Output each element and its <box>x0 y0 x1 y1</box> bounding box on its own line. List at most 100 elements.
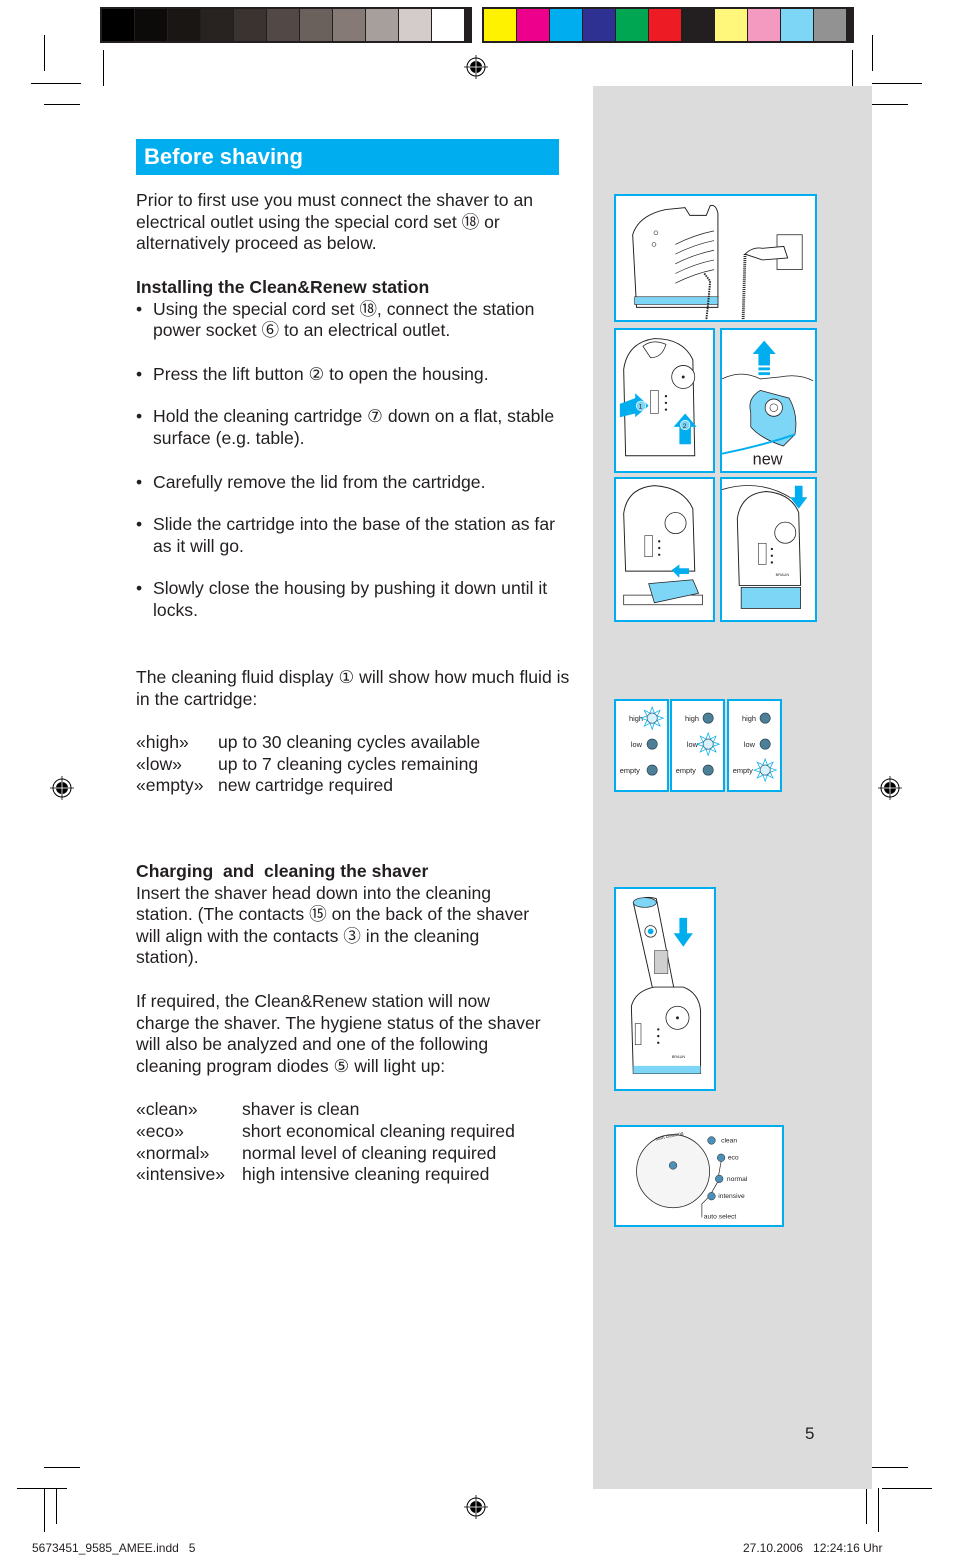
led-off-icon <box>702 764 714 776</box>
led-off-icon <box>759 738 771 750</box>
fluid-level-desc: up to 30 cleaning cycles available <box>218 732 481 753</box>
fluid-level-label: empty <box>620 766 640 775</box>
fluid-display-panel: high low empty <box>670 699 725 792</box>
color-swatch <box>300 9 332 41</box>
diode-label: eco <box>728 1155 739 1162</box>
new-cartridge-label: new <box>753 450 783 468</box>
led-lit-icon <box>646 712 658 724</box>
fluid-level-label: high <box>742 714 756 723</box>
color-swatch <box>135 9 167 41</box>
color-swatch <box>399 9 431 41</box>
fluid-level-desc: up to 7 cleaning cycles remaining <box>218 753 479 774</box>
crop-mark <box>17 1488 67 1489</box>
close-housing-illustration: BRAUN <box>722 485 808 609</box>
install-step: Hold the cleaning cartridge ⑦ down on a … <box>136 406 576 449</box>
diode-label: clean <box>721 1137 737 1144</box>
install-step: Using the special cord set ⑱, connect th… <box>136 299 576 342</box>
figure-shaver-in-station: BRAUN <box>614 887 716 1091</box>
color-swatch <box>814 9 846 41</box>
color-swatch <box>748 9 780 41</box>
color-swatch <box>484 9 516 41</box>
program-term: «normal» <box>136 1142 210 1163</box>
install-step: Press the lift button ② to open the hous… <box>136 364 576 386</box>
figure-station-power <box>614 194 817 322</box>
program-term: «eco» <box>136 1120 184 1141</box>
crop-mark <box>866 1488 867 1524</box>
registration-mark-icon <box>464 1495 488 1519</box>
charging-section: Charging and cleaning the shaver Insert … <box>136 861 576 1186</box>
diode-icon <box>715 1174 724 1183</box>
figure-close-housing: BRAUN <box>720 477 817 622</box>
color-swatch <box>102 9 134 41</box>
led-lit-icon <box>702 738 714 750</box>
fluid-level-term: «high» <box>136 732 189 753</box>
program-desc: short economical cleaning required <box>242 1120 515 1141</box>
color-swatch <box>517 9 549 41</box>
crop-mark <box>44 104 80 105</box>
program-desc: high intensive cleaning required <box>242 1164 490 1185</box>
auto-select-label: auto select <box>704 1213 737 1220</box>
figure-insert-cartridge <box>614 477 715 622</box>
figure-program-panel: start cleaning clean eco normal intensiv… <box>614 1125 784 1227</box>
crop-mark <box>872 83 922 84</box>
diode-label: normal <box>727 1176 748 1183</box>
fluid-level-term: «empty» <box>136 775 204 796</box>
color-swatch <box>583 9 615 41</box>
insert-cartridge-illustration <box>623 485 703 606</box>
fluid-level-term: «low» <box>136 753 182 774</box>
color-bar-process <box>482 7 854 43</box>
footer-timestamp: 27.10.2006 12:24:16 Uhr <box>743 1541 883 1555</box>
led-off-icon <box>759 712 771 724</box>
color-swatch <box>781 9 813 41</box>
section-title: Before shaving <box>136 139 559 175</box>
color-bar-grayscale <box>100 7 472 43</box>
fluid-level-label: empty <box>733 766 753 775</box>
color-swatch <box>682 9 714 41</box>
crop-mark <box>31 83 81 84</box>
step-label: 1 <box>639 404 643 411</box>
program-panel-illustration: start cleaning clean eco normal intensiv… <box>636 1131 748 1220</box>
diode-icon <box>707 1136 716 1145</box>
registration-mark-icon <box>50 776 74 800</box>
figure-remove-lid: new <box>720 328 817 473</box>
crop-mark <box>882 1488 932 1489</box>
program-desc: shaver is clean <box>242 1099 360 1120</box>
intro-paragraph: Prior to first use you must connect the … <box>136 190 534 254</box>
charging-paragraph-2: If required, the Clean&Renew station wil… <box>136 990 541 1076</box>
led-lit-icon <box>759 764 771 776</box>
page-number: 5 <box>805 1424 815 1443</box>
color-swatch <box>366 9 398 41</box>
led-off-icon <box>646 764 658 776</box>
fluid-display-panel: high low empty <box>727 699 782 792</box>
install-step: Slowly close the housing by pushing it d… <box>136 578 576 621</box>
registration-mark-icon <box>878 776 902 800</box>
program-desc: normal level of cleaning required <box>242 1142 497 1163</box>
crop-mark <box>872 35 873 71</box>
figure-open-housing: 1 2 <box>614 328 715 473</box>
install-step: Slide the cartridge into the base of the… <box>136 514 576 557</box>
diode-icon <box>707 1192 716 1201</box>
led-off-icon <box>702 712 714 724</box>
open-housing-illustration: 1 2 <box>619 338 697 457</box>
crop-mark <box>56 1488 57 1524</box>
start-button-icon[interactable] <box>668 1161 678 1170</box>
install-step: Carefully remove the lid from the cartri… <box>136 472 576 494</box>
color-swatch <box>333 9 365 41</box>
led-off-icon <box>646 738 658 750</box>
registration-mark-icon <box>464 55 488 79</box>
brand-logo: BRAUN <box>672 1055 686 1059</box>
fluid-level-label: empty <box>676 766 696 775</box>
program-term: «clean» <box>136 1099 198 1120</box>
program-list: «clean» shaver is clean «eco» short econ… <box>136 1099 576 1185</box>
fluid-level-label: high <box>685 714 699 723</box>
fluid-intro: The cleaning fluid display ① will show h… <box>136 667 570 709</box>
color-swatch <box>201 9 233 41</box>
fluid-level-list: «high» up to 30 cleaning cycles availabl… <box>136 732 576 797</box>
program-term: «intensive» <box>136 1164 226 1185</box>
brand-logo: BRAUN <box>776 573 790 577</box>
fluid-section: The cleaning fluid display ① will show h… <box>136 667 576 797</box>
color-swatch <box>432 9 464 41</box>
color-swatch <box>649 9 681 41</box>
crop-mark <box>852 50 853 86</box>
color-swatch <box>267 9 299 41</box>
